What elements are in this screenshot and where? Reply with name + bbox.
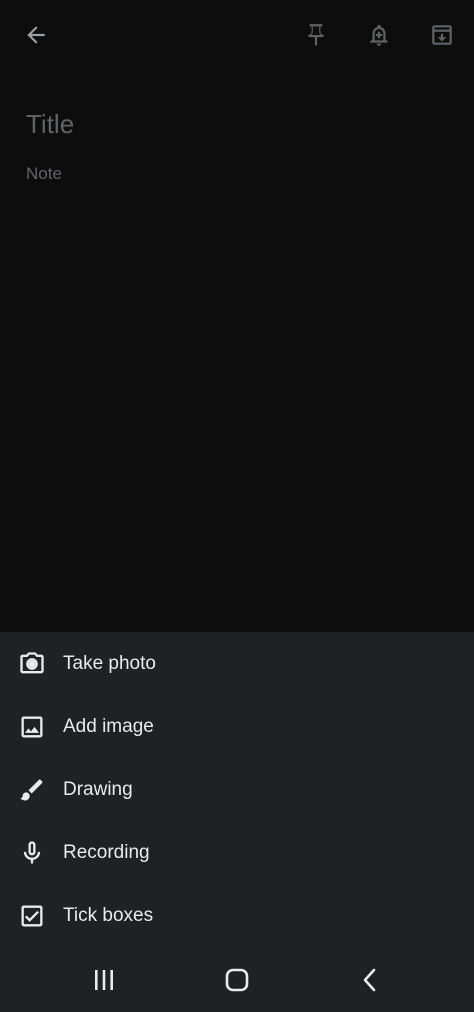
note-input[interactable]: Note (26, 162, 446, 186)
title-input[interactable]: Title (26, 106, 446, 142)
drawing-item[interactable]: Drawing (0, 758, 474, 821)
back-button[interactable] (16, 15, 56, 55)
add-image-item[interactable]: Add image (0, 695, 474, 758)
camera-icon (18, 650, 46, 678)
brush-icon (18, 776, 46, 804)
add-image-label: Add image (63, 715, 154, 737)
pin-button[interactable] (296, 15, 336, 55)
tick-boxes-item[interactable]: Tick boxes (0, 884, 474, 947)
reminder-button[interactable] (359, 15, 399, 55)
arrow-back-icon (27, 26, 45, 44)
tick-boxes-label: Tick boxes (63, 904, 154, 926)
system-navigation-bar (0, 950, 474, 1012)
pin-icon (308, 24, 324, 46)
checkbox-icon (18, 902, 46, 930)
note-editor: Title Note (0, 70, 474, 632)
system-back-button[interactable] (348, 960, 392, 1000)
nav-back-icon (363, 968, 376, 992)
recording-item[interactable]: Recording (0, 821, 474, 884)
drawing-label: Drawing (63, 778, 133, 800)
add-attachment-sheet: Take photo Add image Drawing Recording T… (0, 632, 474, 950)
home-button[interactable] (215, 960, 259, 1000)
recording-label: Recording (63, 841, 150, 863)
microphone-icon (18, 839, 46, 867)
add-reminder-icon (370, 24, 388, 46)
recent-apps-icon (95, 970, 113, 990)
take-photo-label: Take photo (63, 652, 156, 674)
image-icon (18, 713, 46, 741)
home-icon (225, 968, 249, 992)
archive-button[interactable] (422, 15, 462, 55)
top-app-bar (0, 0, 474, 70)
recent-apps-button[interactable] (82, 960, 126, 1000)
archive-icon (432, 25, 452, 45)
take-photo-item[interactable]: Take photo (0, 632, 474, 695)
